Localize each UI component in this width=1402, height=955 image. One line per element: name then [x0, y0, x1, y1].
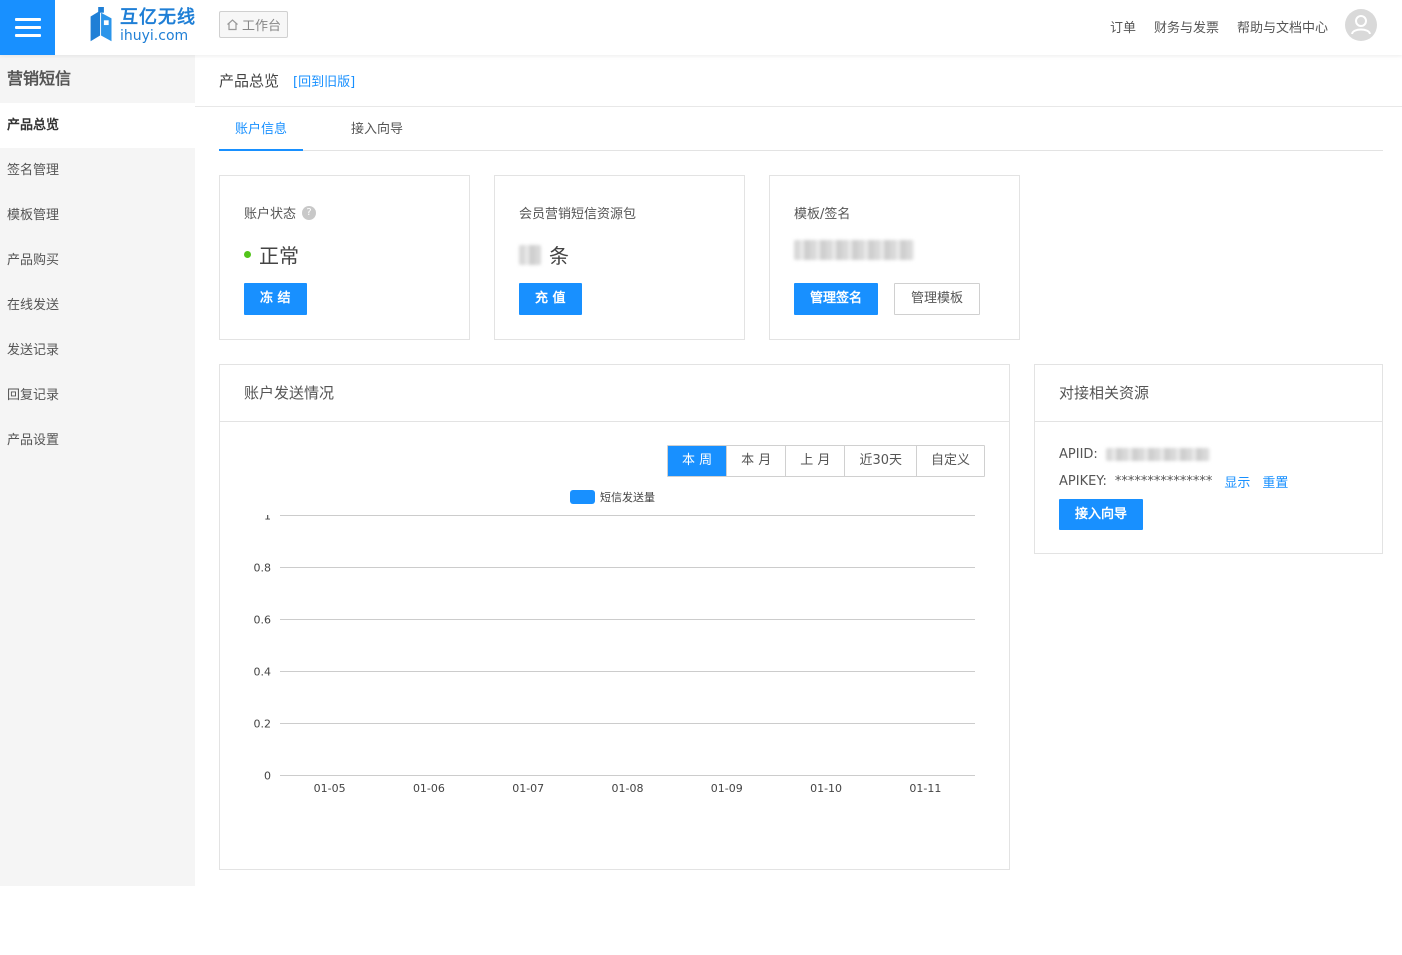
menu-line	[14, 26, 41, 29]
hamburger-menu-button[interactable]	[0, 0, 55, 55]
apiid-label: APIID:	[1059, 447, 1098, 462]
y-tick-label: 0.2	[254, 718, 272, 731]
workbench-label: 工作台	[242, 19, 282, 34]
range-last-30-days[interactable]: 近30天	[844, 446, 916, 476]
range-this-month[interactable]: 本 月	[726, 446, 785, 476]
logo-text-cn: 互亿无线	[120, 7, 196, 28]
sidebar-item-purchase[interactable]: 产品购买	[0, 238, 195, 283]
orders-link[interactable]: 订单	[1110, 17, 1136, 36]
legend-swatch	[570, 490, 595, 504]
send-volume-chart: 0 0.2 0.4 0.6 0.8 1 01-05 01-06 01-07 01-08 01-09 0…	[254, 515, 975, 795]
sidebar: 营销短信 产品总览 签名管理 模板管理 产品购买 在线发送 发送记录 回复记录 …	[0, 55, 195, 886]
home-icon	[227, 19, 238, 31]
resource-package-card: 会员营销短信资源包 条 充 值	[494, 175, 745, 340]
tab-bar: 账户信息 接入向导	[219, 117, 1383, 151]
tab-integration-guide[interactable]: 接入向导	[335, 117, 419, 151]
help-docs-link[interactable]: 帮助与文档中心	[1237, 17, 1328, 36]
avatar[interactable]	[1345, 9, 1377, 41]
freeze-button[interactable]: 冻 结	[244, 283, 307, 315]
menu-line	[14, 18, 41, 21]
redacted-signature	[794, 240, 914, 260]
logo[interactable]: 互亿无线 ihuyi.com	[88, 5, 196, 47]
legend-label: 短信发送量	[600, 491, 655, 504]
user-icon	[1351, 15, 1371, 35]
logo-text-en: ihuyi.com	[120, 28, 189, 44]
x-tick-label: 01-08	[612, 782, 644, 795]
package-unit: 条	[549, 244, 569, 268]
redacted-apiid	[1105, 448, 1210, 461]
finance-invoice-link[interactable]: 财务与发票	[1154, 17, 1219, 36]
account-status-card: 账户状态 ? 正常 冻 结	[219, 175, 470, 340]
manage-template-button[interactable]: 管理模板	[894, 283, 981, 315]
send-statistics-title: 账户发送情况	[220, 365, 1009, 422]
page-title: 产品总览	[219, 72, 280, 90]
x-tick-label: 01-05	[314, 782, 346, 795]
sidebar-item-send-records[interactable]: 发送记录	[0, 328, 195, 373]
apiid-row: APIID:	[1059, 447, 1210, 462]
manage-signature-button[interactable]: 管理签名	[794, 283, 879, 315]
range-custom[interactable]: 自定义	[915, 446, 984, 476]
sidebar-item-templates[interactable]: 模板管理	[0, 193, 195, 238]
integration-resources-panel: 对接相关资源 APIID: APIKEY: *************** 显示…	[1034, 364, 1383, 554]
back-to-old-version-link[interactable]: [回到旧版]	[293, 71, 355, 90]
top-bar: 互亿无线 ihuyi.com 工作台 订单 财务与发票 帮助与文档中心	[0, 0, 1402, 55]
x-tick-label: 01-07	[512, 782, 544, 795]
sidebar-item-settings[interactable]: 产品设置	[0, 418, 195, 463]
resources-title: 对接相关资源	[1035, 365, 1382, 422]
y-tick-label: 0.8	[254, 562, 272, 575]
date-range-selector: 本 周 本 月 上 月 近30天 自定义	[667, 445, 985, 477]
sidebar-item-overview[interactable]: 产品总览	[0, 103, 195, 148]
main-content: 产品总览 [回到旧版] 账户信息 接入向导 账户状态 ? 正常 冻 结 会员营销…	[195, 55, 1402, 886]
apikey-row: APIKEY: *************** 显示 重置	[1059, 472, 1288, 491]
sidebar-title: 营销短信	[7, 69, 72, 88]
top-nav-links: 订单 财务与发票 帮助与文档中心	[1110, 0, 1328, 52]
menu-line	[14, 34, 41, 37]
account-status-value: 正常	[259, 244, 299, 268]
redacted-count	[519, 244, 541, 265]
send-statistics-panel: 账户发送情况 本 周 本 月 上 月 近30天 自定义 短信发送量 0 0.2 0.…	[219, 364, 1010, 870]
y-tick-label: 0	[264, 770, 271, 783]
recharge-button[interactable]: 充 值	[519, 283, 582, 315]
breadcrumb: 产品总览 [回到旧版]	[195, 55, 1402, 107]
chart-legend[interactable]: 短信发送量	[570, 489, 655, 505]
reset-apikey-link[interactable]: 重置	[1262, 472, 1288, 491]
range-last-month[interactable]: 上 月	[785, 446, 844, 476]
workbench-button[interactable]: 工作台	[219, 11, 289, 38]
sidebar-item-online-send[interactable]: 在线发送	[0, 283, 195, 328]
range-this-week[interactable]: 本 周	[668, 446, 727, 476]
show-apikey-link[interactable]: 显示	[1224, 472, 1250, 491]
apikey-value: ***************	[1114, 474, 1213, 489]
x-tick-label: 01-09	[711, 782, 743, 795]
tab-account-info[interactable]: 账户信息	[219, 117, 304, 151]
help-icon[interactable]: ?	[302, 205, 317, 220]
y-tick-label: 1	[264, 515, 271, 523]
y-tick-label: 0.4	[254, 666, 272, 679]
account-status-label: 账户状态	[244, 207, 297, 222]
x-tick-label: 01-10	[810, 782, 842, 795]
template-signature-card: 模板/签名 管理签名 管理模板	[769, 175, 1020, 340]
resource-package-label: 会员营销短信资源包	[519, 207, 637, 222]
apikey-label: APIKEY:	[1059, 474, 1107, 489]
status-dot-icon	[244, 251, 251, 258]
integration-guide-button[interactable]: 接入向导	[1059, 499, 1144, 530]
y-tick-label: 0.6	[254, 614, 272, 627]
sidebar-item-reply-records[interactable]: 回复记录	[0, 373, 195, 418]
sidebar-item-signatures[interactable]: 签名管理	[0, 148, 195, 193]
template-signature-label: 模板/签名	[794, 207, 851, 222]
x-tick-label: 01-06	[413, 782, 445, 795]
x-tick-label: 01-11	[909, 782, 941, 795]
logo-mark-icon	[90, 7, 112, 42]
